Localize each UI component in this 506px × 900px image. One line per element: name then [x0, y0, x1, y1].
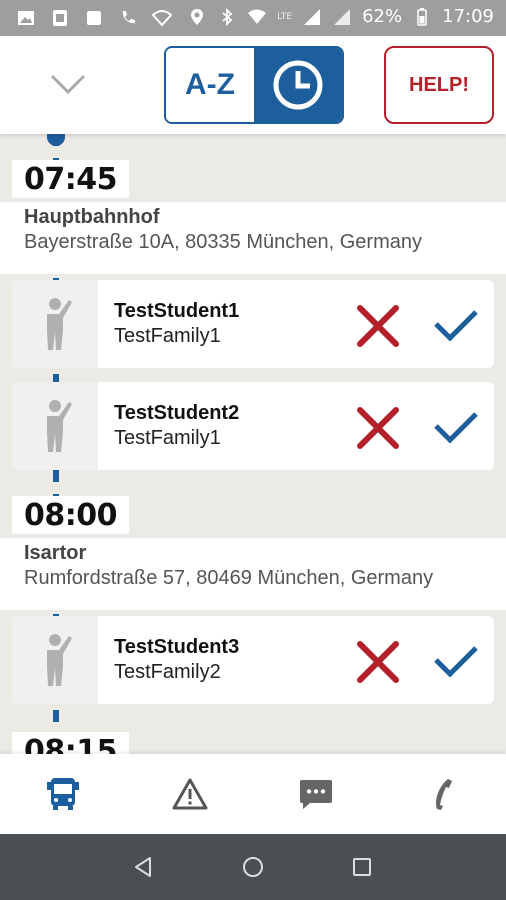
bus-icon	[47, 778, 80, 810]
passenger-card: TestStudent3 TestFamily2	[12, 616, 494, 704]
check-icon[interactable]	[432, 306, 480, 346]
stop-info[interactable]: Hauptbahnhof Bayerstraße 10A, 80335 Münc…	[0, 202, 506, 274]
stop-info[interactable]: Isartor Rumfordstraße 57, 80469 München,…	[0, 538, 506, 610]
nav-messages[interactable]	[253, 754, 380, 834]
student-name: TestStudent2	[114, 402, 240, 424]
passenger-card: TestStudent1 TestFamily1	[12, 280, 494, 368]
help-button[interactable]: HELP!	[384, 46, 494, 124]
stop-name: Isartor	[24, 542, 87, 564]
network-type-label: LTE	[277, 11, 293, 22]
student-name: TestStudent3	[114, 636, 240, 658]
check-icon[interactable]	[432, 642, 480, 682]
stop-time: 08:00	[12, 496, 129, 534]
home-icon[interactable]	[241, 855, 265, 879]
battery-icon	[417, 7, 427, 26]
stop-address: Bayerstraße 10A, 80335 München, Germany	[24, 231, 422, 253]
clock-time: 17:09	[442, 6, 494, 27]
close-icon[interactable]	[356, 406, 400, 450]
avatar	[12, 382, 98, 470]
close-icon[interactable]	[356, 304, 400, 348]
recents-icon[interactable]	[350, 855, 374, 879]
top-bar: A-Z HELP!	[0, 36, 506, 134]
timeline-marker	[47, 134, 65, 146]
person-waving-icon	[47, 298, 72, 350]
wifi-notification-icon	[152, 10, 172, 27]
nav-warning[interactable]	[127, 754, 254, 834]
image-notification-icon	[18, 11, 34, 25]
chat-icon	[300, 780, 333, 809]
nav-phone[interactable]	[380, 754, 506, 834]
family-name: TestFamily1	[114, 325, 221, 347]
stop-time: 07:45	[12, 160, 129, 198]
passenger-card: TestStudent2 TestFamily1	[12, 382, 494, 470]
person-waving-icon	[47, 634, 72, 686]
battery-percent: 62%	[362, 6, 403, 27]
sort-alphabetical-button[interactable]: A-Z	[166, 48, 254, 122]
family-name: TestFamily1	[114, 427, 221, 449]
person-waving-icon	[47, 400, 72, 452]
phone-notification-icon	[122, 11, 135, 24]
route-timeline: 07:45 Hauptbahnhof Bayerstraße 10A, 8033…	[0, 134, 506, 754]
bluetooth-icon	[222, 7, 233, 26]
status-bar: LTE 62% 17:09	[0, 0, 506, 36]
stop-name: Hauptbahnhof	[24, 206, 160, 228]
stop-time: 08:15	[12, 732, 129, 754]
bottom-nav	[0, 754, 506, 834]
location-icon	[191, 8, 204, 25]
family-name: TestFamily2	[114, 661, 221, 683]
stop-address: Rumfordstraße 57, 80469 München, Germany	[24, 567, 434, 589]
check-icon[interactable]	[432, 408, 480, 448]
student-name: TestStudent1	[114, 300, 240, 322]
clock-icon	[273, 60, 323, 110]
warning-icon	[172, 778, 208, 810]
back-icon[interactable]	[132, 855, 156, 879]
cell-signal-2-icon	[334, 8, 351, 25]
sort-toggle: A-Z	[164, 46, 344, 124]
avatar	[12, 616, 98, 704]
chevron-down-icon[interactable]	[46, 66, 90, 102]
system-nav-bar	[0, 834, 506, 900]
nav-bus[interactable]	[0, 754, 127, 834]
avatar	[12, 280, 98, 368]
close-icon[interactable]	[356, 640, 400, 684]
sim-notification-icon	[53, 10, 67, 26]
cell-signal-icon	[304, 8, 321, 25]
square-notification-icon	[87, 11, 101, 25]
phone-icon	[435, 779, 452, 810]
wifi-signal-icon	[248, 9, 267, 24]
sort-time-button[interactable]	[254, 48, 342, 122]
